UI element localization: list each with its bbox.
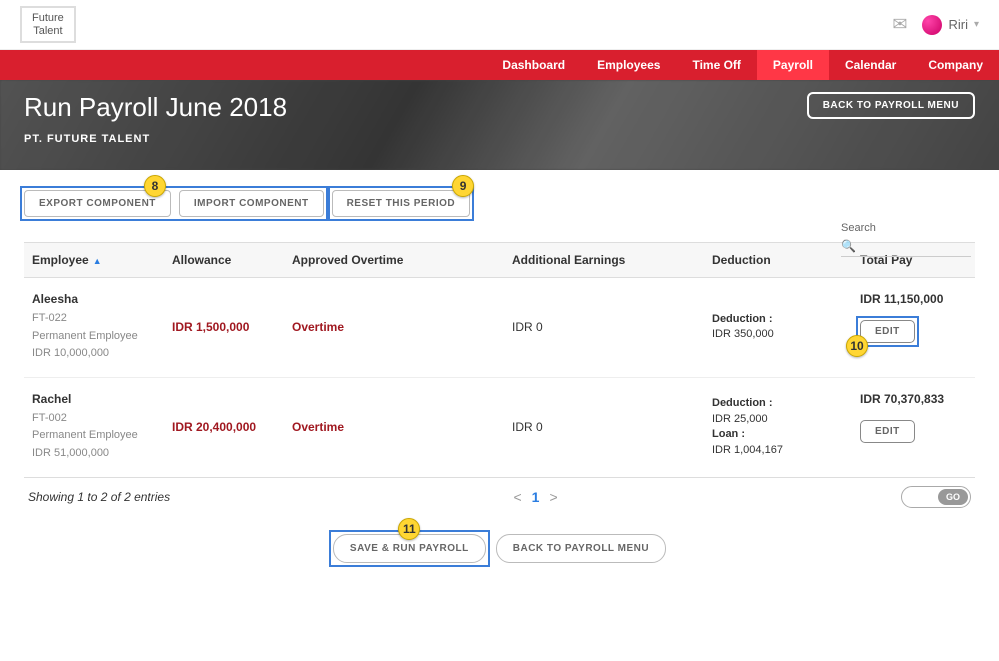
go-box[interactable]: GO <box>901 486 971 508</box>
main-nav: DashboardEmployeesTime OffPayrollCalenda… <box>0 50 999 80</box>
user-name: Riri <box>948 17 968 32</box>
company-name: PT. FUTURE TALENT <box>24 133 287 145</box>
deduction-line: Deduction :IDR 350,000 <box>712 312 844 343</box>
search-input[interactable] <box>841 238 971 257</box>
go-wrap: GO <box>901 486 971 508</box>
hero: Run Payroll June 2018 PT. FUTURE TALENT … <box>0 80 999 170</box>
total-pay-value: IDR 70,370,833 <box>860 392 967 406</box>
overtime-link[interactable]: Overtime <box>292 320 344 334</box>
reset-period-button[interactable]: RESET THIS PERIOD <box>332 190 471 217</box>
page-title: Run Payroll June 2018 <box>24 92 287 123</box>
user-menu[interactable]: Riri ▾ <box>922 15 979 35</box>
import-component-button[interactable]: IMPORT COMPONENT <box>179 190 324 217</box>
chevron-down-icon: ▾ <box>974 19 979 30</box>
logo: Future Talent <box>20 6 76 42</box>
annotation-badge-9: 9 <box>452 175 474 197</box>
annotation-badge-11: 11 <box>398 518 420 540</box>
topbar-right: ✉ Riri ▾ <box>892 14 979 35</box>
annotation-badge-10: 10 <box>846 335 868 357</box>
edit-button[interactable]: EDIT <box>860 420 915 443</box>
payroll-table: Employee▲ Allowance Approved Overtime Ad… <box>24 242 975 478</box>
action-row: EXPORT COMPONENT IMPORT COMPONENT 8 RESE… <box>24 190 975 217</box>
deduction-line: Deduction :IDR 25,000 <box>712 396 844 427</box>
nav-company[interactable]: Company <box>912 50 999 80</box>
employee-name: Rachel <box>32 392 156 406</box>
employee-code: FT-002 <box>32 410 156 428</box>
col-overtime[interactable]: Approved Overtime <box>284 243 504 277</box>
employee-base: IDR 10,000,000 <box>32 345 156 363</box>
bottom-actions: SAVE & RUN PAYROLL 11 BACK TO PAYROLL ME… <box>24 534 975 563</box>
search-box: Search 🔍 <box>841 222 971 257</box>
allowance-value: IDR 20,400,000 <box>172 420 256 434</box>
pager-next[interactable]: > <box>549 489 557 505</box>
pager: < 1 > <box>513 489 557 505</box>
logo-line1: Future <box>32 12 64 24</box>
annotation-badge-8: 8 <box>144 175 166 197</box>
topbar: Future Talent ✉ Riri ▾ <box>0 0 999 50</box>
go-button[interactable]: GO <box>938 489 968 505</box>
col-allowance[interactable]: Allowance <box>164 243 284 277</box>
nav-employees[interactable]: Employees <box>581 50 676 80</box>
avatar-icon <box>922 15 942 35</box>
allowance-value: IDR 1,500,000 <box>172 320 249 334</box>
edit-button[interactable]: EDIT <box>860 320 915 343</box>
content: EXPORT COMPONENT IMPORT COMPONENT 8 RESE… <box>0 170 999 583</box>
employee-name: Aleesha <box>32 292 156 306</box>
additional-value: IDR 0 <box>512 420 543 434</box>
nav-payroll[interactable]: Payroll <box>757 50 829 80</box>
back-to-payroll-bottom-button[interactable]: BACK TO PAYROLL MENU <box>496 534 666 563</box>
pager-current[interactable]: 1 <box>532 489 540 505</box>
table-row: Aleesha FT-022Permanent EmployeeIDR 10,00… <box>24 278 975 378</box>
back-to-payroll-hero-button[interactable]: BACK TO PAYROLL MENU <box>807 92 975 119</box>
sort-asc-icon: ▲ <box>93 256 102 266</box>
employee-code: FT-022 <box>32 310 156 328</box>
mail-icon[interactable]: ✉ <box>892 14 907 35</box>
col-additional[interactable]: Additional Earnings <box>504 243 704 277</box>
search-label: Search <box>841 222 971 234</box>
pager-prev[interactable]: < <box>513 489 521 505</box>
col-employee[interactable]: Employee▲ <box>24 243 164 277</box>
table-header: Employee▲ Allowance Approved Overtime Ad… <box>24 243 975 278</box>
nav-dashboard[interactable]: Dashboard <box>486 50 581 80</box>
employee-base: IDR 51,000,000 <box>32 445 156 463</box>
deduction-line: Loan :IDR 1,004,167 <box>712 427 844 458</box>
additional-value: IDR 0 <box>512 320 543 334</box>
total-pay-value: IDR 11,150,000 <box>860 292 967 306</box>
overtime-link[interactable]: Overtime <box>292 420 344 434</box>
nav-time-off[interactable]: Time Off <box>676 50 756 80</box>
table-row: Rachel FT-002Permanent EmployeeIDR 51,000… <box>24 378 975 477</box>
table-footer: Showing 1 to 2 of 2 entries < 1 > GO <box>24 478 975 516</box>
col-deduction[interactable]: Deduction <box>704 243 852 277</box>
employee-type: Permanent Employee <box>32 328 156 346</box>
logo-line2: Talent <box>32 25 64 37</box>
nav-calendar[interactable]: Calendar <box>829 50 912 80</box>
table-body: AleeshaFT-022Permanent EmployeeIDR 10,00… <box>24 278 975 478</box>
entries-info: Showing 1 to 2 of 2 entries <box>28 490 170 504</box>
employee-type: Permanent Employee <box>32 427 156 445</box>
